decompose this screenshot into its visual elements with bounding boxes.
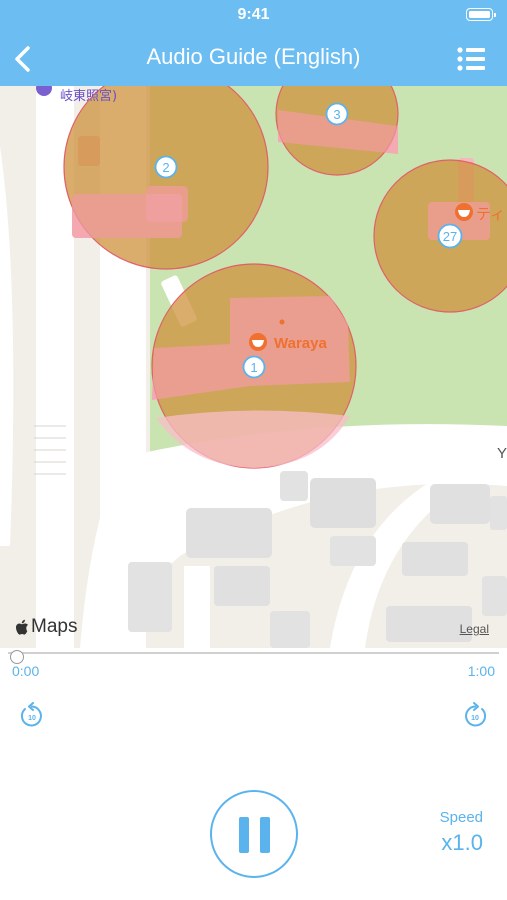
- marker-3[interactable]: 3: [325, 102, 349, 126]
- marker-27-label: 27: [443, 229, 457, 244]
- status-time: 9:41: [237, 6, 270, 23]
- skip-back-seconds: 10: [28, 715, 36, 722]
- status-bar: 9:41: [0, 0, 507, 32]
- marker-1-label: 1: [250, 360, 257, 375]
- pause-icon: [239, 817, 249, 853]
- poi-right-label[interactable]: ティ: [476, 205, 505, 223]
- list-icon: [457, 47, 485, 71]
- speed-label: Speed: [439, 809, 483, 826]
- battery-icon: [466, 8, 496, 21]
- audio-player: 0:00 1:00 10 10 Speed x1.0: [0, 648, 507, 900]
- poi-shrine-label: 岐東照宮): [60, 88, 117, 104]
- total-time: 1:00: [467, 663, 495, 679]
- marker-27[interactable]: 27: [437, 223, 463, 249]
- apple-logo-icon: [16, 619, 28, 635]
- marker-2-label: 2: [162, 160, 169, 175]
- maps-attribution: Maps: [14, 616, 77, 638]
- map-view[interactable]: 岐東照宮) Waraya ティ Y 2 3 27 1 Maps Legal: [0, 86, 507, 648]
- page-title: Audio Guide (English): [146, 44, 361, 69]
- marker-2[interactable]: 2: [154, 155, 178, 179]
- map-edge-label: Y: [497, 445, 507, 462]
- poi-waraya-label[interactable]: Waraya: [274, 335, 327, 352]
- maps-attribution-label: Maps: [31, 616, 78, 637]
- skip-forward-button[interactable]: 10: [461, 702, 489, 730]
- rewind-10-icon: 10: [20, 702, 42, 727]
- list-menu-button[interactable]: [457, 46, 485, 72]
- skip-back-button[interactable]: 10: [18, 702, 46, 730]
- marker-1[interactable]: 1: [242, 355, 266, 379]
- pause-icon-bar: [260, 817, 270, 853]
- marker-3-label: 3: [333, 107, 340, 122]
- elapsed-time: 0:00: [12, 663, 40, 679]
- skip-forward-seconds: 10: [471, 715, 479, 722]
- navigation-bar: Audio Guide (English): [0, 32, 507, 86]
- play-pause-button[interactable]: [210, 790, 298, 878]
- progress-slider-knob[interactable]: [10, 650, 24, 664]
- speed-button[interactable]: x1.0: [441, 830, 483, 856]
- forward-10-icon: 10: [465, 702, 487, 727]
- map-canvas[interactable]: 岐東照宮) Waraya ティ Y 2 3 27 1: [0, 86, 507, 648]
- legal-link[interactable]: Legal: [460, 622, 489, 636]
- progress-slider[interactable]: [8, 650, 499, 664]
